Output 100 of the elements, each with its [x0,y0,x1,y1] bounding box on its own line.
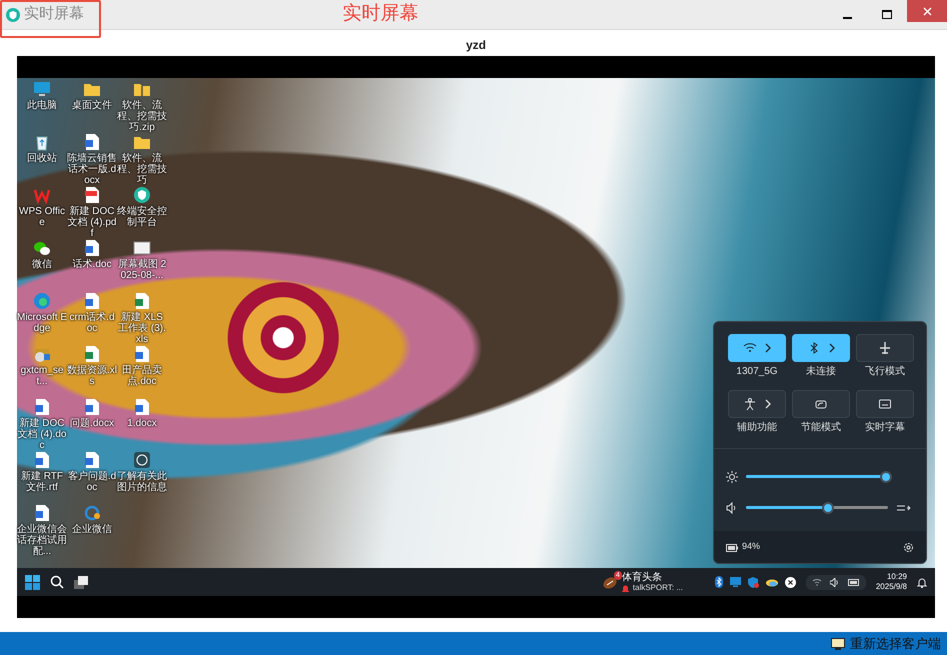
person-icon [743,397,757,411]
brightness-icon [726,470,738,482]
speaker-icon [726,502,738,514]
reselect-client-button[interactable]: 重新选择客户端 [831,634,941,654]
desktop-icon-label[interactable]: 新建 RTF 文件.rtf [17,471,67,493]
document-icon[interactable] [83,239,101,257]
news-subtitle: talkSPORT: ... [632,583,683,592]
desktop-icon-label[interactable]: 陈墙云销售话术一版.docx [67,153,117,186]
bluetooth-icon[interactable] [714,576,723,588]
search-icon [50,575,64,589]
desktop-icon-label[interactable]: 软件、流程、挖需技巧 [117,153,167,186]
image-file-icon[interactable] [133,239,151,257]
quick-setting-tile[interactable] [856,334,914,362]
battery-icon [848,578,860,586]
bell-icon[interactable] [917,576,927,588]
windows-logo-icon [25,574,40,590]
client-name: yzd [464,38,487,52]
monitor-icon [831,638,845,650]
speaker-icon [830,578,840,586]
desktop-icon-label[interactable]: 桌面文件 [67,100,117,111]
spreadsheet-icon[interactable] [133,292,151,310]
desktop-icon-label[interactable]: 客户问题.doc [67,471,117,493]
wifi-icon [743,341,757,355]
desktop-icon-label[interactable]: 了解有关此图片的信息 [117,471,167,493]
cloud-icon[interactable] [766,578,778,586]
desktop-icon-label[interactable]: 微信 [17,259,67,270]
minimize-icon [842,16,852,18]
settings-icon [903,542,914,552]
desktop-icon-label[interactable]: 新建 DOC 文档 (4).pdf [67,206,117,239]
task-view-icon [74,576,89,588]
chevron-right-icon [829,343,835,353]
tile-label: 实时字幕 [865,422,905,434]
document-icon[interactable] [33,504,51,522]
desktop-icon-label[interactable]: 企业微信会话存档试用配... [17,524,67,557]
document-icon[interactable] [83,292,101,310]
news-title: 体育头条 [622,572,663,583]
document-icon[interactable] [133,345,151,363]
document-icon[interactable] [33,398,51,416]
desktop-icon-label[interactable]: gxtcm_set... [17,365,67,387]
siren-icon [622,584,629,592]
desktop-icon-label[interactable]: 软件、流程、挖需技巧.zip [117,100,167,133]
monitor-icon[interactable] [730,577,741,587]
quick-setting-tile[interactable] [856,390,914,418]
clock-date: 2025/9/8 [876,582,907,592]
document-icon[interactable] [133,398,151,416]
desktop-icon-label[interactable]: 新建 DOC 文档 (4).doc [17,418,67,451]
close-circle-icon[interactable] [784,576,796,588]
wifi-icon [812,578,822,586]
document-icon[interactable] [83,398,101,416]
chevron-right-icon [765,399,771,409]
battery-percentage: 94% [742,540,760,554]
desktop-icon-label[interactable]: 1.docx [117,418,167,429]
captions-icon [878,397,892,411]
tile-label: 辅助功能 [737,422,777,434]
desktop-icon-label[interactable]: 问题.docx [67,418,117,429]
ring-logo-icon[interactable] [83,504,101,522]
desktop-icon-label[interactable]: 企业微信 [67,524,117,535]
audio-output-icon[interactable] [896,502,912,512]
spreadsheet-icon[interactable] [83,345,101,363]
search-button[interactable] [50,575,64,589]
slider-thumb[interactable] [822,502,834,514]
shield-logo-icon [6,8,20,22]
tile-label: 1307_5G [736,366,778,378]
airplane-icon [878,341,892,355]
tile-label: 节能模式 [801,422,841,434]
document-icon[interactable] [33,451,51,469]
tile-label: 飞行模式 [865,366,905,378]
quick-setting-tile[interactable] [792,390,850,418]
desktop-icon-label[interactable]: 终端安全控制平台 [117,206,167,228]
close-button[interactable] [907,0,947,22]
desktop-icon-label[interactable]: 话术.doc [67,259,117,270]
tile-label: 未连接 [806,366,836,378]
quick-setting-tile[interactable] [792,334,850,362]
start-button[interactable] [25,574,40,590]
task-view-button[interactable] [74,576,89,588]
desktop-icon-label[interactable]: WPS Office [17,206,67,228]
chevron-right-icon [765,343,771,353]
annotation-label: 实时屏幕 [342,2,418,26]
battery-icon [726,542,738,552]
system-tray-button[interactable] [806,574,866,590]
document-icon[interactable] [83,451,101,469]
quick-setting-tile[interactable] [728,334,786,362]
clock-time: 10:29 [886,572,907,582]
taskbar-clock[interactable]: 10:29 2025/9/8 [876,572,907,592]
settings-button[interactable] [903,542,914,552]
document-icon[interactable] [83,133,101,151]
chat-bubbles-icon[interactable] [33,239,51,257]
desktop-icon-label[interactable]: 此电脑 [17,100,67,111]
close-icon [922,6,932,16]
shield-icon[interactable] [133,186,151,204]
shield-icon[interactable] [748,576,759,588]
maximize-icon [882,10,892,19]
desktop-icon-label[interactable]: 回收站 [17,153,67,164]
quick-setting-tile[interactable] [728,390,786,418]
football-icon [602,575,618,589]
desktop-icon-label[interactable]: 屏幕截图 2025-08-... [117,259,167,281]
window-title: 实时屏幕 [24,4,84,24]
pdf-file-icon[interactable] [83,186,101,204]
slider-thumb[interactable] [880,470,892,482]
monitor-icon[interactable] [33,80,51,98]
